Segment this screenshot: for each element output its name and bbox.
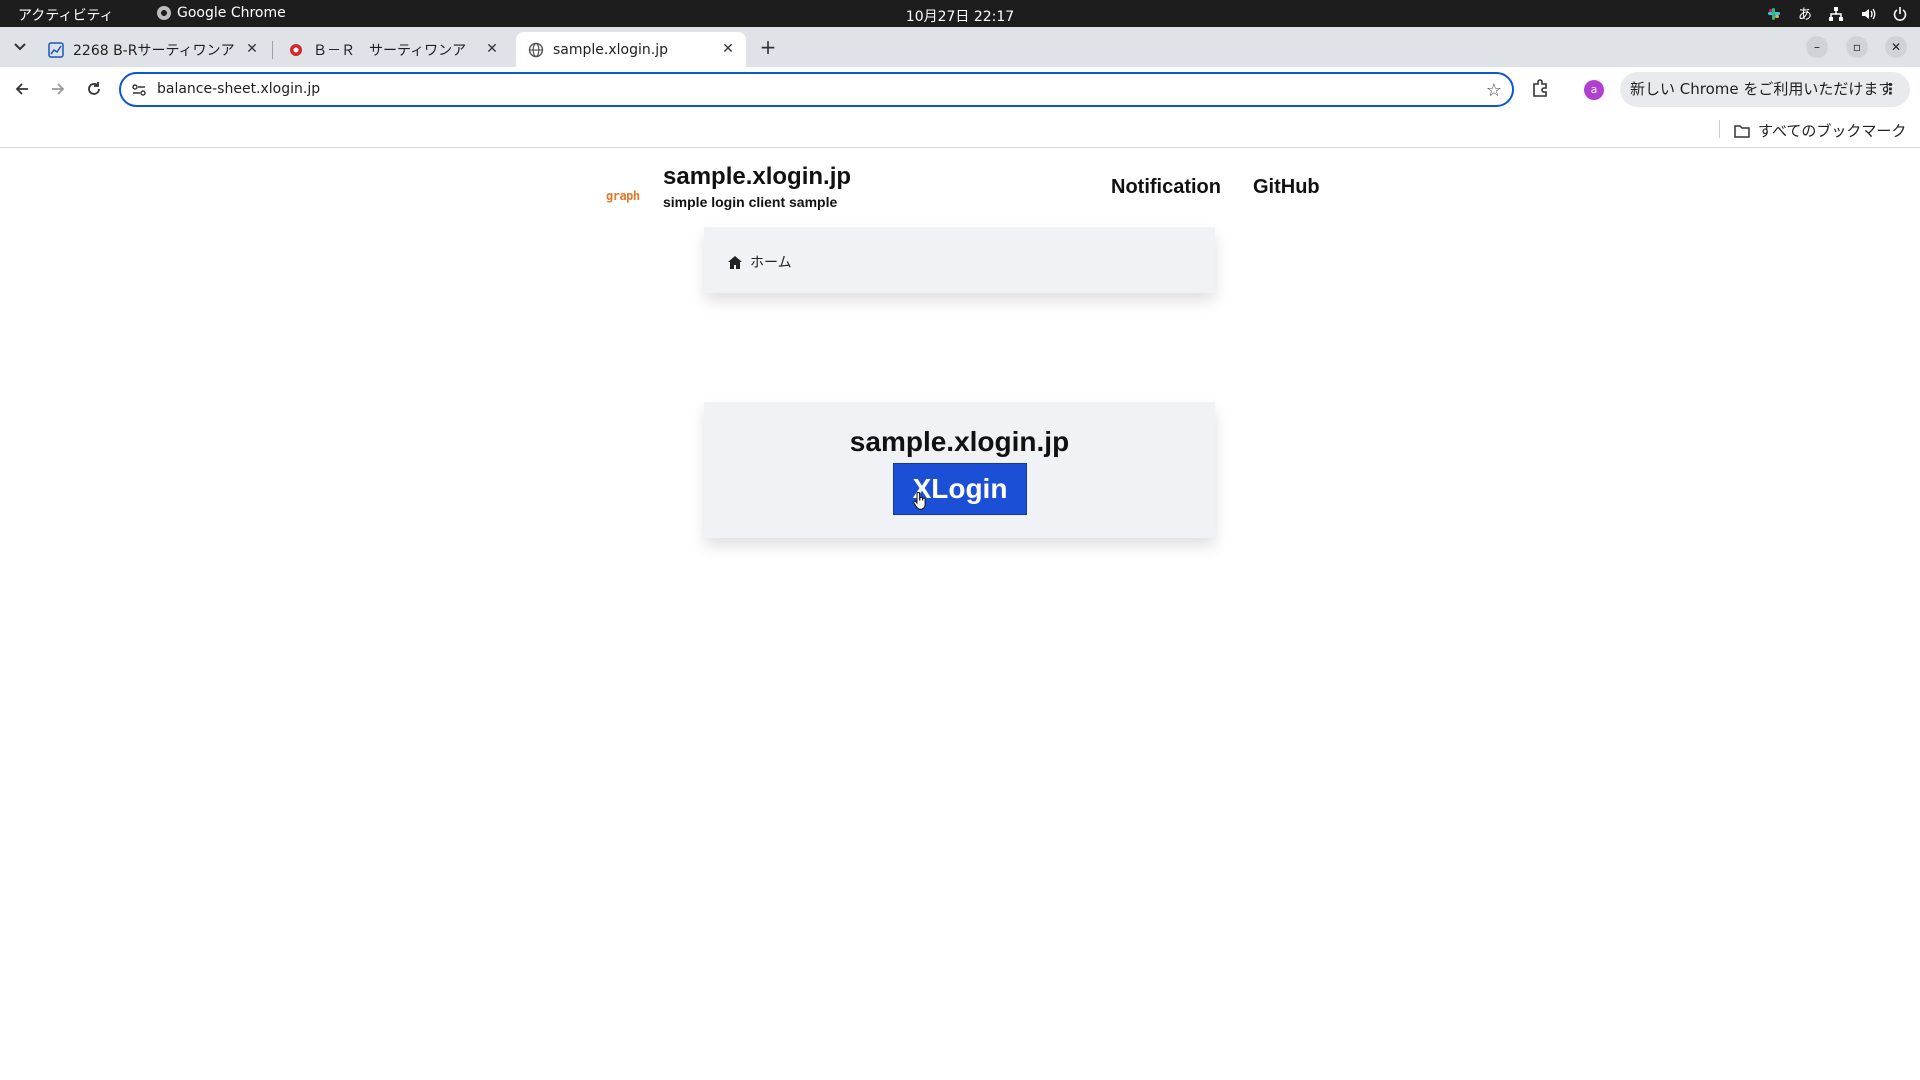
web-page: graph sample.xlogin.jp simple login clie… (0, 149, 1920, 1080)
more-menu-icon[interactable]: ⋮ (1883, 72, 1898, 107)
folder-icon (1734, 124, 1750, 138)
arrow-right-icon (52, 83, 65, 95)
power-icon[interactable] (1892, 6, 1908, 22)
nav-notification-link[interactable]: Notification (1111, 176, 1221, 199)
input-method-indicator[interactable]: あ (1798, 4, 1812, 24)
breadcrumb-home[interactable]: ホーム (728, 252, 792, 272)
slack-icon[interactable] (1766, 6, 1782, 22)
tab-separator (272, 41, 273, 59)
all-bookmarks-button[interactable]: すべてのブックマーク (1734, 120, 1906, 141)
tab-br31-chart[interactable]: 2268 B-Rサーティワンア ✕ (36, 32, 270, 67)
back-button[interactable] (11, 78, 33, 100)
login-card: sample.xlogin.jp XLogin (704, 402, 1215, 538)
site-subtitle: simple login client sample (663, 194, 838, 210)
home-icon (728, 255, 742, 269)
bookmarks-separator (1719, 120, 1720, 138)
puzzle-icon (1533, 79, 1547, 97)
tab-title: Ｂ－Ｒ サーティワンア (313, 42, 467, 59)
tab-title: 2268 B-Rサーティワンア (73, 42, 235, 59)
tab-search-button[interactable] (8, 35, 32, 59)
clock[interactable]: 10月27日 22:17 (0, 6, 1920, 26)
update-chip-label: 新しい Chrome をご利用いただけます (1630, 80, 1894, 98)
profile-avatar[interactable]: a (1584, 80, 1604, 100)
chart-favicon-icon (48, 41, 64, 58)
reload-icon (88, 82, 100, 95)
site-logo[interactable]: graph (606, 189, 640, 203)
close-tab-icon[interactable]: ✕ (484, 41, 500, 57)
new-tab-button[interactable]: + (756, 36, 780, 60)
reload-button[interactable] (83, 78, 105, 100)
close-window-button[interactable]: ✕ (1885, 36, 1907, 58)
chrome-update-chip[interactable]: 新しい Chrome をご利用いただけます ⋮ (1620, 72, 1910, 107)
chevron-down-icon (14, 43, 26, 51)
maximize-button[interactable]: ▫ (1846, 36, 1868, 58)
globe-icon (528, 42, 544, 58)
breadcrumb: ホーム (704, 227, 1215, 293)
tab-title: sample.xlogin.jp (553, 41, 668, 58)
close-tab-icon[interactable]: ✕ (244, 41, 260, 57)
tab-sample-xlogin[interactable]: sample.xlogin.jp ✕ (516, 32, 746, 67)
tab-strip: 2268 B-Rサーティワンア ✕ Ｂ－Ｒ サーティワンア ✕ sample.x… (0, 27, 1920, 67)
site-header: graph sample.xlogin.jp simple login clie… (604, 161, 1324, 221)
tab-br31[interactable]: Ｂ－Ｒ サーティワンア ✕ (276, 32, 510, 67)
bookmark-star-icon[interactable]: ☆ (1486, 80, 1502, 101)
all-bookmarks-label: すべてのブックマーク (1758, 122, 1907, 140)
bookmarks-bar: すべてのブックマーク (0, 112, 1920, 148)
volume-icon[interactable] (1860, 6, 1876, 22)
close-tab-icon[interactable]: ✕ (720, 41, 736, 57)
address-bar[interactable]: balance-sheet.xlogin.jp ☆ (119, 72, 1514, 107)
hand-cursor-icon (913, 492, 926, 510)
arrow-left-icon (15, 83, 28, 95)
breadcrumb-home-label: ホーム (750, 255, 792, 271)
network-icon[interactable] (1828, 6, 1844, 22)
browser-toolbar: balance-sheet.xlogin.jp ☆ a 新しい Chrome を… (0, 67, 1920, 112)
br31-favicon-icon (288, 42, 304, 58)
login-card-title: sample.xlogin.jp (849, 426, 1070, 457)
system-top-bar: アクティビティ Google Chrome 10月27日 22:17 あ (0, 0, 1920, 27)
url-text[interactable]: balance-sheet.xlogin.jp (157, 81, 320, 97)
minimize-button[interactable]: – (1806, 36, 1828, 58)
system-tray[interactable]: あ (1766, 4, 1908, 24)
extensions-button[interactable] (1530, 78, 1552, 100)
site-info-icon[interactable] (131, 82, 147, 98)
nav-github-link[interactable]: GitHub (1253, 176, 1320, 199)
forward-button[interactable] (47, 78, 69, 100)
site-title[interactable]: sample.xlogin.jp (663, 163, 851, 191)
